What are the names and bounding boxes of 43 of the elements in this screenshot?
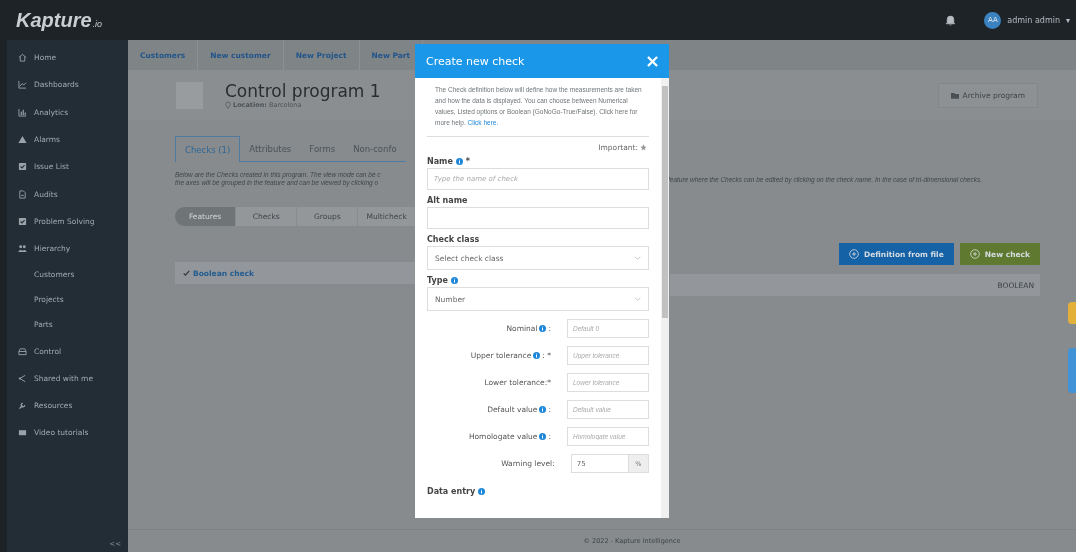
- plus-circle-icon: [969, 249, 980, 259]
- text-field[interactable]: [427, 207, 649, 229]
- home-icon: [18, 53, 27, 63]
- info-icon: [539, 433, 547, 440]
- info-icon: [478, 487, 486, 495]
- location-pin-icon: [225, 101, 231, 109]
- caret-icon[interactable]: ▾: [1066, 15, 1070, 25]
- share-icon: [18, 373, 27, 383]
- info-icon: [450, 276, 458, 284]
- checkbox-icon: [18, 162, 27, 172]
- side-tab[interactable]: [1068, 302, 1076, 324]
- folder-icon: [950, 91, 959, 99]
- side-tab[interactable]: [1068, 348, 1076, 393]
- star-icon[interactable]: [640, 143, 647, 151]
- plus-circle-icon: [848, 249, 859, 259]
- field-label: Check class: [427, 234, 480, 244]
- scrollbar[interactable]: [661, 78, 669, 518]
- required-mark: *: [465, 156, 471, 166]
- bell-icon[interactable]: [945, 14, 957, 26]
- wrench-icon: [18, 401, 27, 411]
- info-icon: [455, 157, 463, 165]
- field-label: Data entry: [427, 486, 476, 496]
- chevron-down-icon: [634, 297, 641, 301]
- bar-chart-icon: [18, 107, 27, 117]
- dialog-title: Create new check: [426, 54, 525, 68]
- users-icon: [18, 244, 27, 254]
- chevron-down-icon: [634, 256, 641, 260]
- field-label: Type: [427, 275, 448, 285]
- checkbox-icon: [18, 216, 27, 226]
- checkmark-icon: [183, 270, 190, 276]
- line-chart-icon: [18, 80, 27, 90]
- inbox-icon: [18, 346, 27, 356]
- video-icon: [18, 428, 27, 438]
- app-logo: Kapture.io: [16, 8, 103, 32]
- program-title: Control program 1: [225, 81, 381, 101]
- document-icon: [18, 189, 27, 199]
- info-icon: [539, 325, 547, 332]
- field-label: Name: [427, 156, 453, 166]
- info-icon: [533, 352, 541, 359]
- user-name[interactable]: admin admin: [1007, 15, 1060, 25]
- info-icon: [539, 406, 547, 413]
- field-label: Alt name: [427, 195, 468, 205]
- warning-icon: [18, 135, 27, 145]
